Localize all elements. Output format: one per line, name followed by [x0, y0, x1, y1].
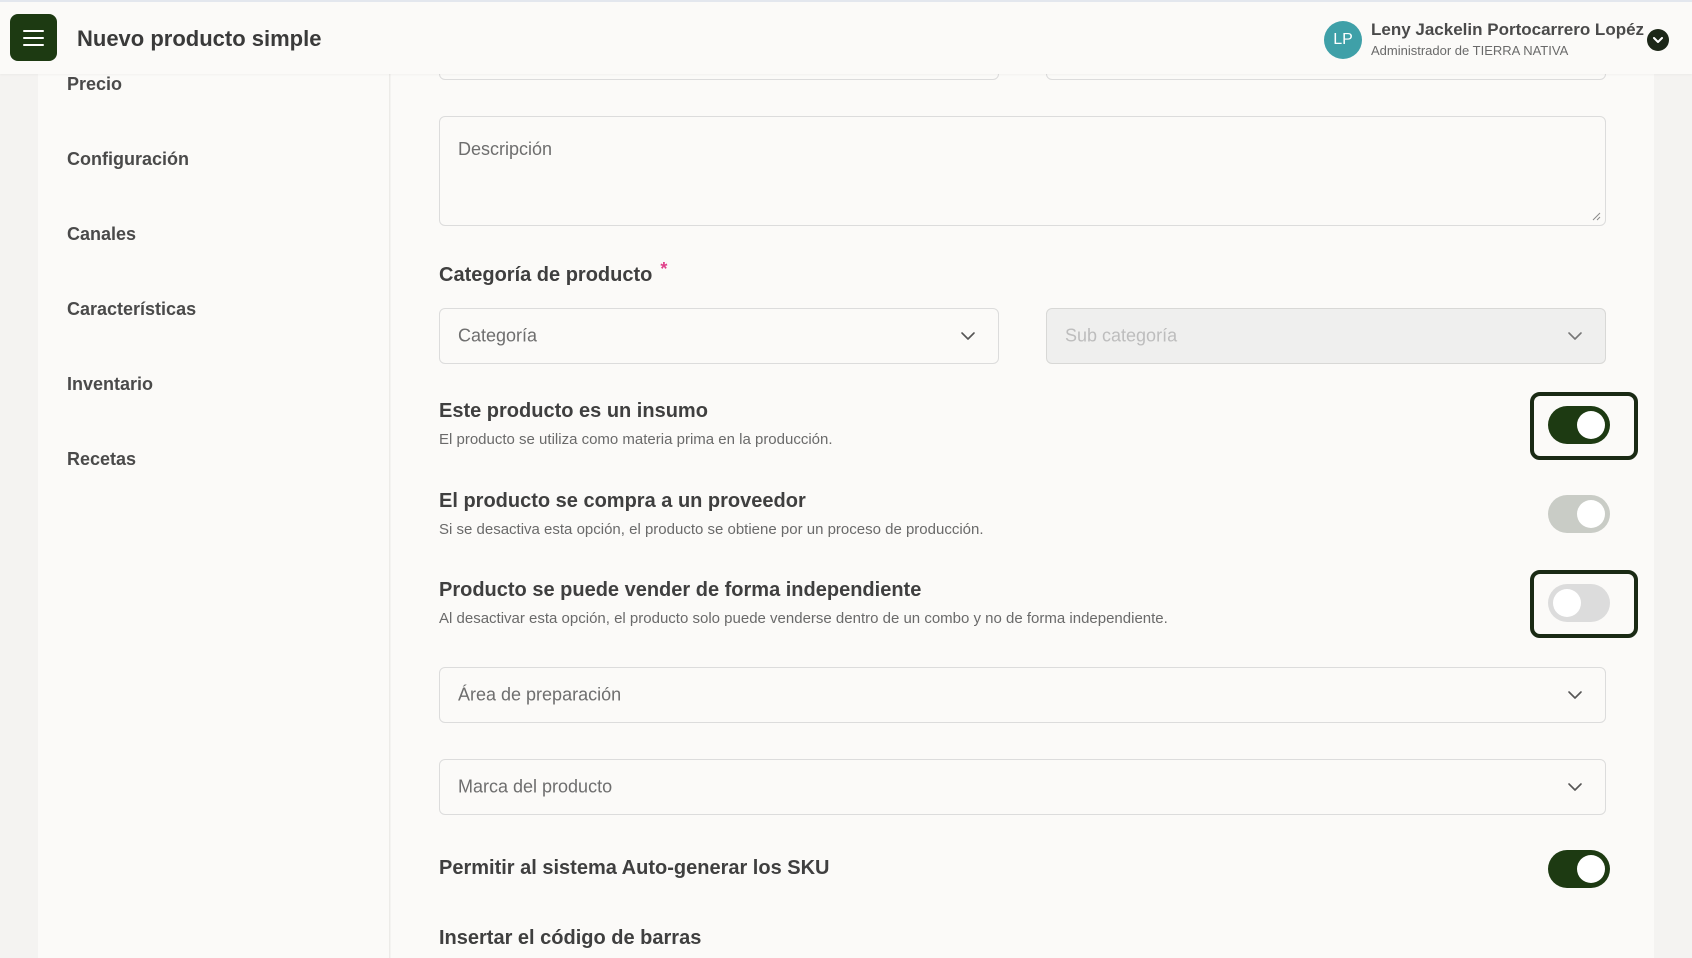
required-mark: *	[660, 259, 668, 279]
chevron-down-icon	[1568, 332, 1582, 340]
page-title: Nuevo producto simple	[77, 26, 322, 51]
proveedor-option-description: Si se desactiva esta opción, el producto…	[439, 521, 984, 538]
toggle-knob	[1553, 589, 1581, 617]
category-placeholder: Categoría	[458, 325, 538, 346]
brand-placeholder: Marca del producto	[458, 776, 613, 797]
description-placeholder: Descripción	[458, 139, 553, 159]
sidebar: Precio Configuración Canales Característ…	[38, 74, 390, 958]
category-label-text: Categoría de producto	[439, 264, 653, 286]
page: Nuevo producto simple LP Leny Jackelin P…	[0, 0, 1692, 958]
independiente-option-title: Producto se puede vender de forma indepe…	[439, 579, 922, 601]
sidebar-item-canales[interactable]: Canales	[67, 224, 136, 245]
user-menu-button[interactable]	[1647, 29, 1669, 51]
chevron-down-icon	[961, 332, 975, 340]
prep-area-placeholder: Área de preparación	[458, 684, 622, 705]
brand-select[interactable]: Marca del producto	[439, 759, 1606, 815]
user-role: Administrador de TIERRA NATIVA	[1371, 43, 1569, 58]
auto-sku-toggle[interactable]	[1548, 850, 1610, 888]
hamburger-icon	[23, 43, 44, 46]
chevron-down-icon	[1568, 783, 1582, 791]
hamburger-icon	[23, 36, 44, 39]
sidebar-item-caracteristicas[interactable]: Características	[67, 299, 196, 320]
barcode-label: Insertar el código de barras	[439, 927, 702, 949]
subcategory-placeholder: Sub categoría	[1065, 325, 1178, 346]
toggle-knob	[1577, 411, 1605, 439]
resize-handle-icon[interactable]	[1591, 211, 1601, 221]
description-textarea[interactable]: Descripción	[439, 116, 1606, 226]
toggle-knob	[1577, 855, 1605, 883]
sidebar-item-recetas[interactable]: Recetas	[67, 449, 136, 470]
menu-button[interactable]	[10, 14, 57, 61]
category-select[interactable]: Categoría	[439, 308, 999, 364]
chevron-down-icon	[1568, 691, 1582, 699]
chevron-down-icon	[1653, 36, 1663, 43]
sidebar-item-precio[interactable]: Precio	[67, 74, 122, 95]
insumo-option-description: El producto se utiliza como materia prim…	[439, 431, 833, 448]
auto-sku-title: Permitir al sistema Auto-generar los SKU	[439, 857, 830, 879]
top-bar: Nuevo producto simple LP Leny Jackelin P…	[0, 0, 1692, 74]
toggle-knob	[1577, 500, 1605, 528]
insumo-toggle[interactable]	[1548, 406, 1610, 444]
proveedor-toggle[interactable]	[1548, 495, 1610, 533]
sidebar-item-configuracion[interactable]: Configuración	[67, 149, 189, 170]
avatar[interactable]: LP	[1324, 21, 1362, 59]
subcategory-select[interactable]: Sub categoría	[1046, 308, 1606, 364]
sidebar-item-inventario[interactable]: Inventario	[67, 374, 153, 395]
prep-area-select[interactable]: Área de preparación	[439, 667, 1606, 723]
insumo-option-title: Este producto es un insumo	[439, 400, 708, 422]
independiente-option-description: Al desactivar esta opción, el producto s…	[439, 610, 1168, 627]
user-name[interactable]: Leny Jackelin Portocarrero Lopéz	[1371, 20, 1644, 40]
independiente-toggle[interactable]	[1548, 584, 1610, 622]
category-section-label: Categoría de producto *	[439, 259, 667, 287]
proveedor-option-title: El producto se compra a un proveedor	[439, 490, 806, 512]
hamburger-icon	[23, 29, 44, 32]
main-content: Descripción Categoría de producto * Categ…	[391, 34, 1654, 958]
